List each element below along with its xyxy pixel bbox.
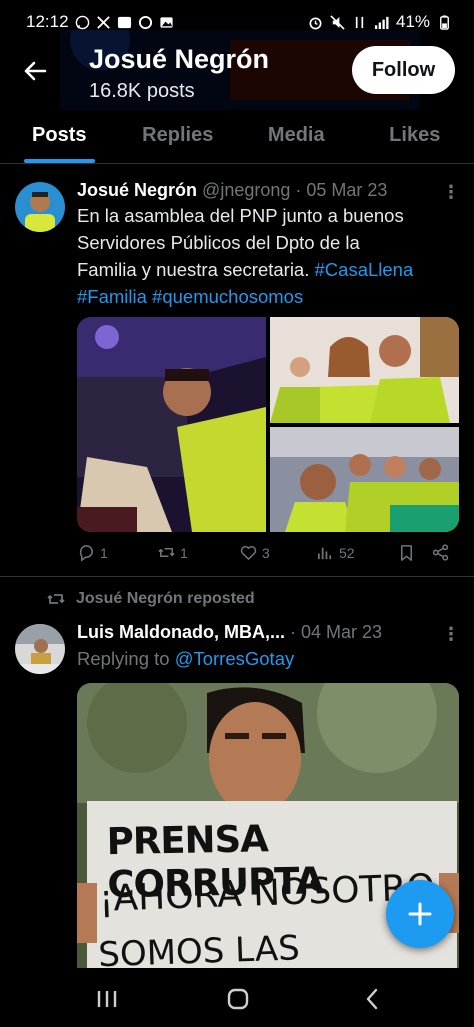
tweet-text-line: Servidores Públicos del Dpto de la: [77, 232, 360, 253]
repost-icon: [158, 547, 175, 558]
bookmark-button[interactable]: [397, 543, 416, 562]
tweet-text-line: Familia y nuestra secretaria. #CasaLlena: [77, 256, 462, 283]
profile-name: Josué Negrón: [89, 44, 270, 74]
reply-icon: [79, 545, 93, 562]
hashtag-link[interactable]: #Familia #quemuchosomos: [77, 283, 462, 310]
share-icon: [432, 544, 449, 561]
reply-button[interactable]: 1: [77, 543, 108, 562]
home-icon[interactable]: [225, 986, 251, 1012]
media-photo-2[interactable]: [270, 317, 459, 423]
tab-likes[interactable]: Likes: [356, 114, 474, 163]
pinwheel-icon: [138, 15, 153, 30]
recent-apps-icon[interactable]: [94, 986, 120, 1012]
follow-button[interactable]: Follow: [352, 46, 455, 94]
profile-tabs: Posts Replies Media Likes: [0, 114, 474, 164]
author-meta: · 04 Mar 23: [290, 622, 383, 642]
media-photo-1[interactable]: [77, 317, 266, 532]
media-photo-3[interactable]: [270, 427, 459, 532]
author-name[interactable]: Josué Negrón: [77, 180, 197, 200]
repost-count: 1: [180, 544, 188, 561]
tab-posts[interactable]: Posts: [0, 114, 119, 163]
compose-button[interactable]: [386, 880, 454, 948]
tweet-text-fragment: Familia y nuestra secretaria.: [77, 259, 310, 280]
repost-button[interactable]: 1: [157, 543, 188, 562]
alarm-icon: [308, 15, 323, 30]
plus-icon: [408, 902, 432, 926]
repost-banner-text: Josué Negrón reposted: [76, 590, 255, 607]
status-time: 12:12: [26, 12, 69, 31]
whatsapp-icon: [75, 15, 90, 30]
tweet-text: En la asamblea del PNP junto a buenos Se…: [77, 202, 462, 310]
tweet-actions: 1 1 3 52: [77, 543, 462, 567]
author-meta: @jnegrong · 05 Mar 23: [202, 180, 388, 200]
views-button[interactable]: 52: [316, 543, 355, 562]
bookmark-icon: [400, 545, 413, 561]
media-grid: [77, 317, 459, 532]
share-button[interactable]: [431, 543, 450, 562]
tab-replies[interactable]: Replies: [119, 114, 238, 163]
data-icon: [352, 15, 367, 30]
system-nav-bar: [0, 968, 474, 1027]
replying-handle-link[interactable]: @TorresGotay: [175, 648, 295, 669]
heart-icon: [240, 545, 257, 560]
twitter-x-icon: [96, 15, 111, 30]
post-count: 16.8K posts: [89, 80, 195, 102]
view-count: 52: [339, 544, 355, 561]
tweet-header: Luis Maldonado, MBA,... · 04 Mar 23: [77, 622, 382, 643]
more-vertical-icon[interactable]: ⋮: [442, 182, 460, 202]
like-button[interactable]: 3: [239, 543, 270, 562]
hashtag-link[interactable]: #CasaLlena: [315, 259, 414, 280]
battery-percent: 41%: [395, 12, 430, 31]
tweet-divider: [0, 576, 474, 577]
tab-media[interactable]: Media: [237, 114, 356, 163]
replying-to: Replying to @TorresGotay: [77, 648, 294, 670]
tweet-header: Josué Negrón @jnegrong · 05 Mar 23: [77, 180, 387, 201]
mute-icon: [330, 14, 345, 30]
reply-count: 1: [100, 544, 108, 561]
author-name[interactable]: Luis Maldonado, MBA,...: [77, 622, 285, 642]
avatar[interactable]: [15, 624, 65, 674]
tweet-text-line: En la asamblea del PNP junto a buenos: [77, 205, 404, 226]
image-icon: [159, 15, 174, 30]
qr-icon: [117, 15, 132, 30]
avatar[interactable]: [15, 182, 65, 232]
more-vertical-icon[interactable]: ⋮: [442, 624, 460, 644]
back-nav-icon[interactable]: [360, 986, 386, 1012]
back-arrow-icon[interactable]: [20, 56, 50, 86]
signal-icon: [374, 15, 389, 30]
repost-banner[interactable]: Josué Negrón reposted: [46, 589, 255, 609]
repost-icon: [47, 594, 65, 604]
battery-icon: [437, 14, 452, 30]
replying-prefix: Replying to: [77, 648, 170, 669]
views-icon: [317, 547, 332, 560]
like-count: 3: [262, 544, 270, 561]
